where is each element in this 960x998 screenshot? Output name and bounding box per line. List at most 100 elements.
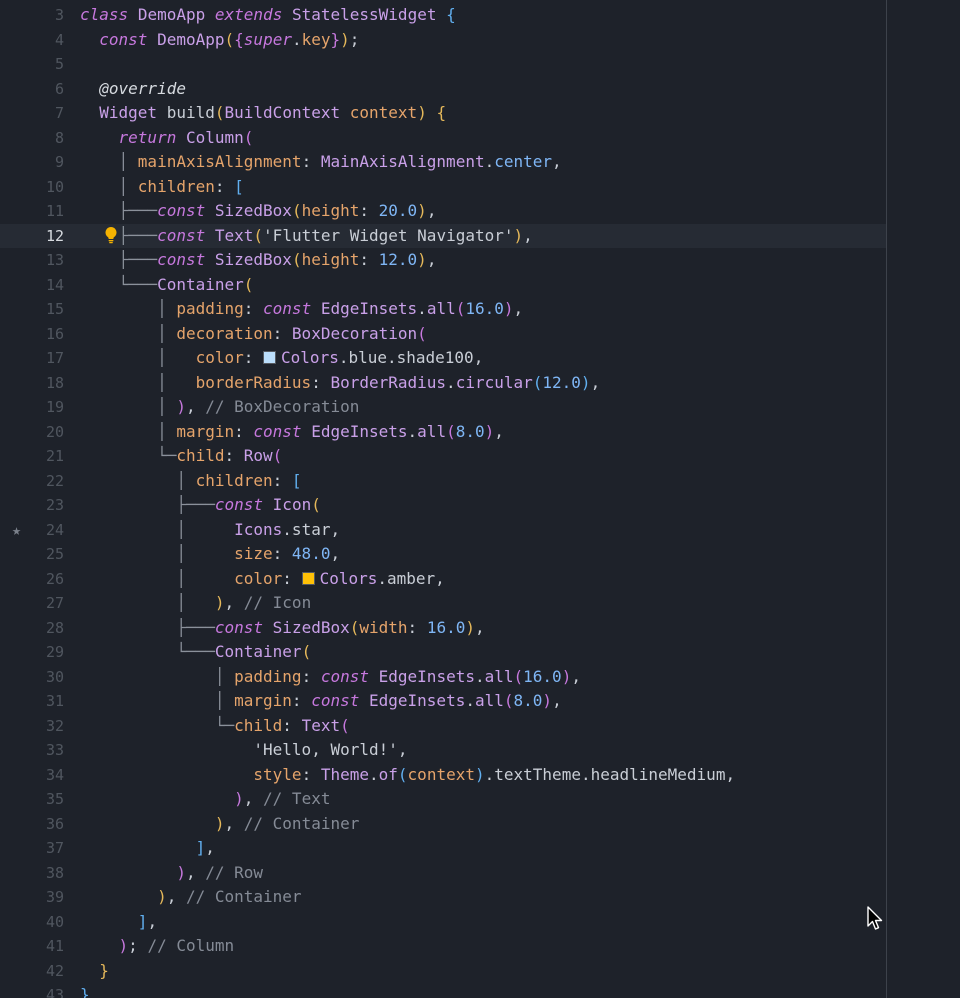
code-editor[interactable]: 3 class DemoApp extends StatelessWidget {…: [0, 0, 960, 998]
line-number: 27: [45, 594, 64, 612]
code-line[interactable]: 27 │ ), // Icon: [0, 591, 886, 616]
code-line[interactable]: 37 ],: [0, 836, 886, 861]
code-token: ,: [224, 593, 244, 612]
code-line[interactable]: 33 'Hello, World!',: [0, 738, 886, 763]
code-line[interactable]: 42 }: [0, 959, 886, 984]
code-line[interactable]: 6 @override: [0, 77, 886, 102]
code-token: .: [474, 666, 485, 686]
code-token: BuildContext: [224, 103, 341, 122]
code-token: size: [234, 544, 273, 563]
code-line[interactable]: 34 style: Theme.of(context).textTheme.he…: [0, 763, 886, 788]
code-token: :: [214, 176, 235, 196]
code-token: │: [80, 470, 196, 490]
code-line[interactable]: 5: [0, 52, 886, 77]
code-token: ,: [147, 911, 158, 931]
code-token: (: [224, 29, 235, 49]
code-line[interactable]: 28 ├───const SizedBox(width: 16.0),: [0, 616, 886, 641]
code-token: :: [291, 691, 312, 710]
line-number: 19: [45, 398, 64, 416]
code-token: :: [282, 568, 302, 588]
code-line[interactable]: 13 ├───const SizedBox(height: 12.0),: [0, 248, 886, 273]
code-line[interactable]: 12 ├───const Text('Flutter Widget Naviga…: [0, 223, 886, 248]
code-line[interactable]: 31 │ margin: const EdgeInsets.all(8.0),: [0, 689, 886, 714]
code-line[interactable]: 14 └───Container(: [0, 273, 886, 298]
code-text: ├───const SizedBox(height: 20.0),: [80, 199, 437, 224]
code-line[interactable]: 16 │ decoration: BoxDecoration(: [0, 322, 886, 347]
code-line[interactable]: 24 ★ │ Icons.star,: [0, 518, 886, 543]
code-token: └─: [80, 715, 235, 735]
code-token: .: [465, 691, 475, 710]
code-line[interactable]: 21 └─child: Row(: [0, 444, 886, 469]
code-line[interactable]: 40 ],: [0, 910, 886, 935]
code-line[interactable]: 38 ), // Row: [0, 861, 886, 886]
line-number: 39: [45, 888, 64, 906]
code-token: ): [474, 764, 485, 784]
code-line[interactable]: 20 │ margin: const EdgeInsets.all(8.0),: [0, 420, 886, 445]
code-token: 12.0: [378, 250, 418, 269]
code-token: Row: [243, 446, 273, 465]
code-line[interactable]: 26 │ color: Colors.amber,: [0, 567, 886, 592]
code-token: (: [301, 642, 312, 661]
code-token: ,: [571, 666, 581, 686]
code-token: {: [446, 5, 456, 24]
code-line[interactable]: 39 ), // Container: [0, 885, 886, 910]
line-number: 36: [45, 814, 64, 833]
code-token: ,: [397, 740, 408, 759]
code-line[interactable]: 15 │ padding: const EdgeInsets.all(16.0)…: [0, 297, 886, 322]
code-text: ],: [80, 836, 215, 861]
mouse-pointer-icon: [866, 906, 884, 936]
code-token: ,: [185, 862, 206, 882]
code-line[interactable]: 30 │ padding: const EdgeInsets.all(16.0)…: [0, 665, 886, 690]
code-line[interactable]: 8 return Column(: [0, 126, 886, 151]
code-token: // Icon: [243, 593, 312, 612]
code-token: :: [272, 323, 292, 343]
code-token: 8.0: [513, 691, 543, 710]
code-line[interactable]: 22 │ children: [: [0, 469, 886, 494]
code-token: // Text: [263, 789, 331, 808]
code-token: const: [320, 666, 369, 686]
code-token: ): [465, 617, 475, 637]
code-token: :: [282, 715, 302, 735]
code-line[interactable]: 19 │ ), // BoxDecoration: [0, 395, 886, 420]
right-margin-guide: [886, 0, 887, 998]
code-token: EdgeInsets: [378, 666, 475, 686]
code-text: └───Container(: [80, 640, 311, 665]
code-token: (: [272, 446, 283, 465]
code-line[interactable]: 35 ), // Text: [0, 787, 886, 812]
code-line[interactable]: 9 │ mainAxisAlignment: MainAxisAlignment…: [0, 150, 886, 175]
code-line[interactable]: 3 class DemoApp extends StatelessWidget {: [0, 3, 886, 28]
code-line[interactable]: 23 ├───const Icon(: [0, 493, 886, 518]
code-token: const: [157, 201, 206, 220]
code-token: │: [80, 544, 235, 563]
code-line[interactable]: 25 │ size: 48.0,: [0, 542, 886, 567]
code-text: @override: [80, 77, 186, 102]
code-text: │ decoration: BoxDecoration(: [80, 322, 427, 347]
code-line[interactable]: 36 ), // Container: [0, 812, 886, 837]
code-token: of: [378, 764, 398, 784]
code-token: [: [291, 470, 302, 490]
line-number: 5: [54, 55, 64, 73]
code-line[interactable]: 17 │ color: Colors.blue.shade100,: [0, 346, 886, 371]
color-swatch-icon[interactable]: [263, 351, 277, 364]
color-swatch-icon[interactable]: [301, 571, 315, 585]
code-token: ,: [166, 887, 186, 906]
code-line[interactable]: 32 └─child: Text(: [0, 714, 886, 739]
code-line[interactable]: 29 └───Container(: [0, 640, 886, 665]
code-line[interactable]: 4 const DemoApp({super.key});: [0, 28, 886, 53]
code-text: ├───const Icon(: [80, 493, 321, 518]
code-token: const: [157, 250, 206, 269]
code-line[interactable]: 18 │ borderRadius: BorderRadius.circular…: [0, 371, 886, 396]
code-line[interactable]: 7 Widget build(BuildContext context) {: [0, 101, 886, 126]
code-token: 'Flutter Widget Navigator': [263, 225, 514, 245]
code-line[interactable]: 43}: [0, 983, 886, 998]
code-line[interactable]: 41 ); // Column: [0, 934, 886, 959]
code-token: ): [176, 397, 186, 416]
code-line[interactable]: 10 │ children: [: [0, 175, 886, 200]
code-line[interactable]: 11 ├───const SizedBox(height: 20.0),: [0, 199, 886, 224]
code-token: super: [243, 29, 292, 49]
